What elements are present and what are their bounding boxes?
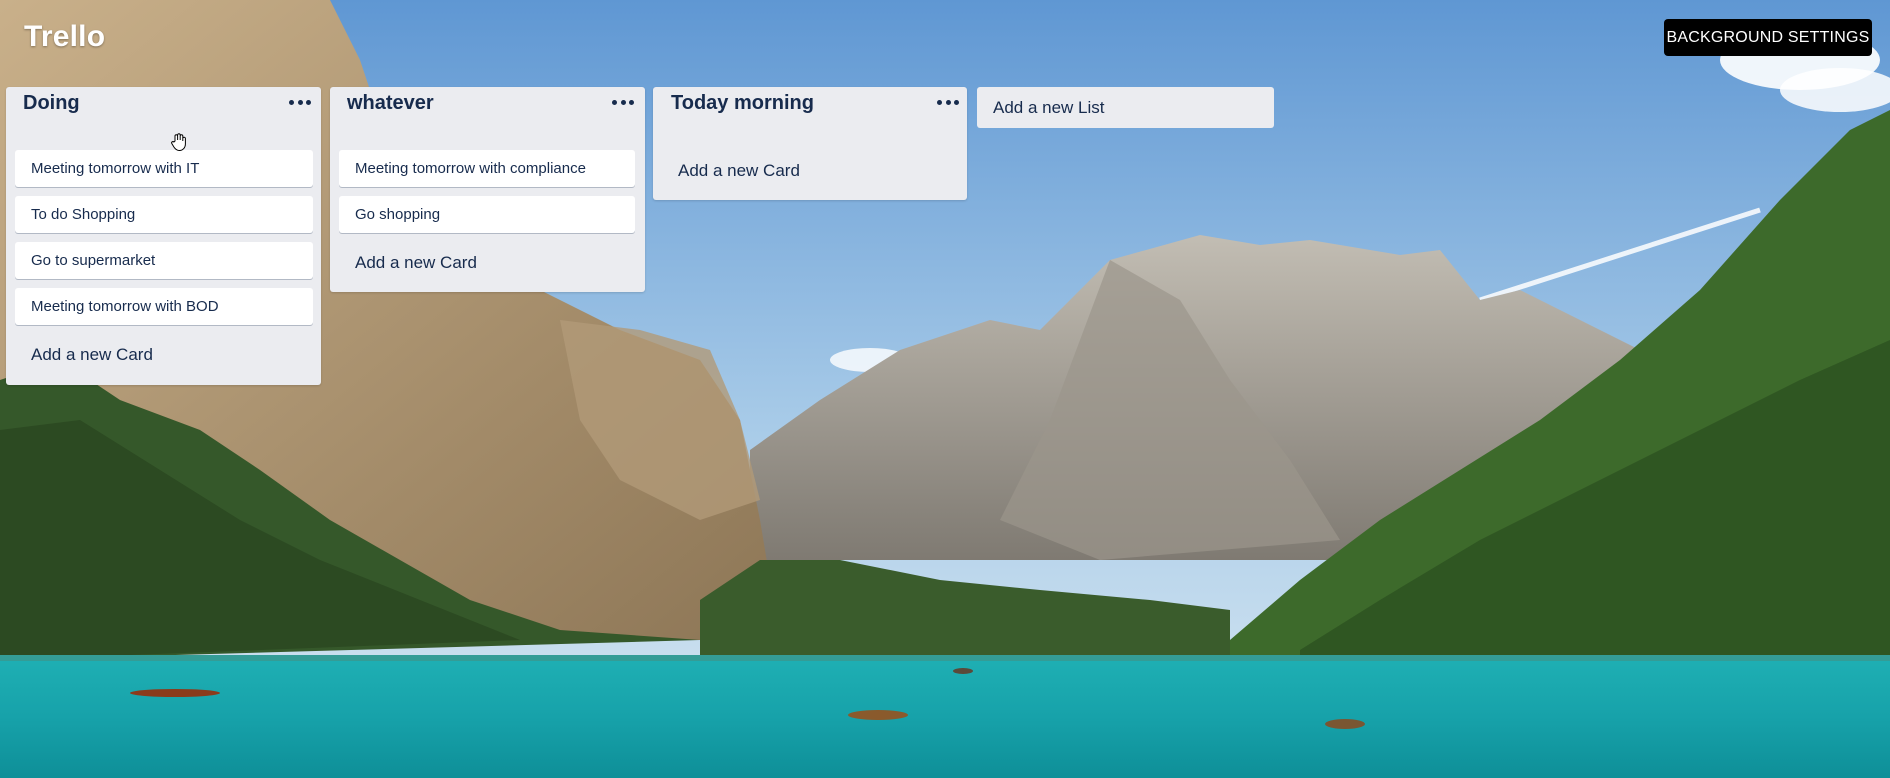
add-card-button[interactable]: Add a new Card <box>355 253 477 273</box>
grab-hand-icon <box>171 133 186 152</box>
app-root: Trello BACKGROUND SETTINGS Doing Meeting… <box>0 0 1890 778</box>
list-card[interactable]: Meeting tomorrow with compliance <box>339 150 635 187</box>
list-card[interactable]: Go shopping <box>339 196 635 233</box>
list-title[interactable]: Doing <box>23 92 80 115</box>
list-card[interactable]: Meeting tomorrow with IT <box>15 150 313 187</box>
brand-logo[interactable]: Trello <box>24 20 105 54</box>
list-card[interactable]: Meeting tomorrow with BOD <box>15 288 313 325</box>
background-settings-button[interactable]: BACKGROUND SETTINGS <box>1664 19 1872 56</box>
list-card[interactable]: Go to supermarket <box>15 242 313 279</box>
more-horizontal-icon[interactable] <box>289 96 311 108</box>
more-horizontal-icon[interactable] <box>937 96 959 108</box>
list-title[interactable]: Today morning <box>671 92 814 115</box>
more-horizontal-icon[interactable] <box>612 96 634 108</box>
add-card-button[interactable]: Add a new Card <box>31 345 153 365</box>
add-card-button[interactable]: Add a new Card <box>678 161 800 181</box>
list-doing[interactable] <box>6 87 321 385</box>
list-title[interactable]: whatever <box>347 92 434 115</box>
list-card[interactable]: To do Shopping <box>15 196 313 233</box>
add-list-button[interactable]: Add a new List <box>977 87 1274 128</box>
